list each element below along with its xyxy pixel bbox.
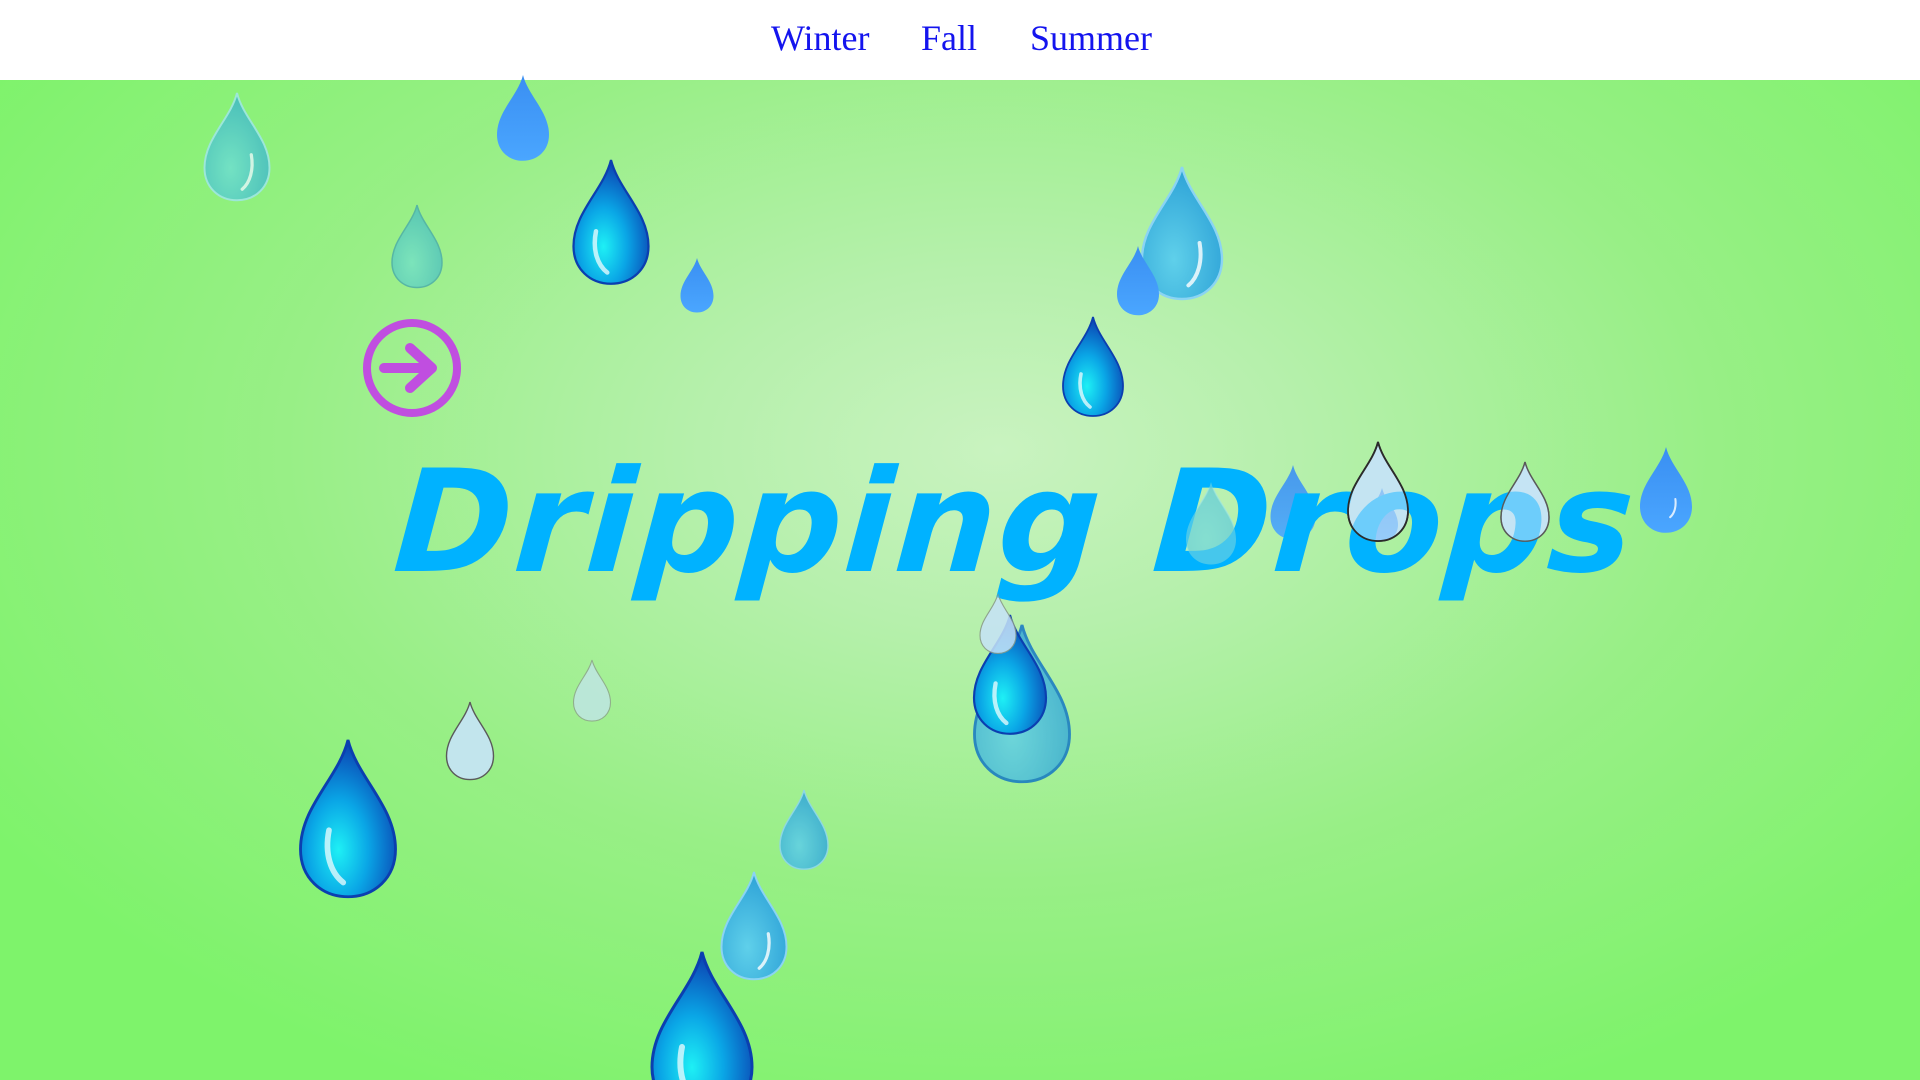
nav-link-summer[interactable]: Summer (1030, 17, 1152, 59)
page-title: Dripping Drops (389, 440, 1642, 605)
next-button[interactable] (362, 318, 462, 418)
top-navigation: Winter Fall Summer (0, 0, 1920, 80)
nav-link-winter[interactable]: Winter (771, 17, 870, 59)
arrow-right-circle-icon (363, 319, 461, 417)
nav-link-fall[interactable]: Fall (921, 17, 977, 59)
